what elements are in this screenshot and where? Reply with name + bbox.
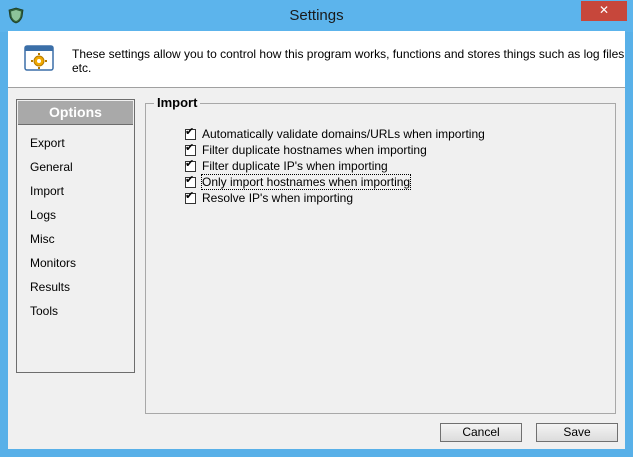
checkbox-box[interactable]: ✔ [185,173,196,188]
sidebar-item-misc[interactable]: Misc [30,232,55,246]
sidebar-item-monitors[interactable]: Monitors [30,256,76,270]
save-button[interactable]: Save [536,423,618,442]
checkbox-label[interactable]: Only import hostnames when importing [200,174,412,190]
window-title: Settings [289,7,344,24]
settings-window: Settings ✕ These settings allow you to c… [0,0,633,457]
checkmark-icon: ✔ [185,125,195,138]
close-icon: ✕ [598,3,610,17]
group-title: Import [154,95,201,110]
checkbox-label[interactable]: Filter duplicate hostnames when importin… [202,143,427,157]
settings-gear-window-icon [24,45,54,71]
checkbox-label[interactable]: Resolve IP's when importing [202,191,353,205]
info-header: These settings allow you to control how … [8,31,625,88]
sidebar-item-logs[interactable]: Logs [30,208,56,222]
sidebar-item-import[interactable]: Import [30,184,64,198]
checkbox-box[interactable]: ✔ [185,157,196,172]
sidebar-item-tools[interactable]: Tools [30,304,58,318]
checkmark-icon: ✔ [185,141,195,154]
checkbox-box[interactable]: ✔ [185,125,196,140]
sidebar-title: Options [18,101,133,125]
sidebar-item-export[interactable]: Export [30,136,65,150]
checkmark-icon: ✔ [185,189,195,202]
sidebar-item-general[interactable]: General [30,160,73,174]
client-area: These settings allow you to control how … [8,31,625,449]
checkbox-label[interactable]: Automatically validate domains/URLs when… [202,127,485,141]
title-bar[interactable]: Settings ✕ [0,0,633,32]
options-sidebar: Options Export General Import Logs Misc … [16,99,135,373]
header-description: These settings allow you to control how … [72,47,625,75]
checkmark-icon: ✔ [185,173,195,186]
sidebar-item-results[interactable]: Results [30,280,70,294]
checkbox-box[interactable]: ✔ [185,141,196,156]
checkmark-icon: ✔ [185,157,195,170]
close-button[interactable]: ✕ [581,1,627,21]
cancel-button[interactable]: Cancel [440,423,522,442]
checkbox-label[interactable]: Filter duplicate IP's when importing [202,159,388,173]
checkbox-box[interactable]: ✔ [185,189,196,204]
